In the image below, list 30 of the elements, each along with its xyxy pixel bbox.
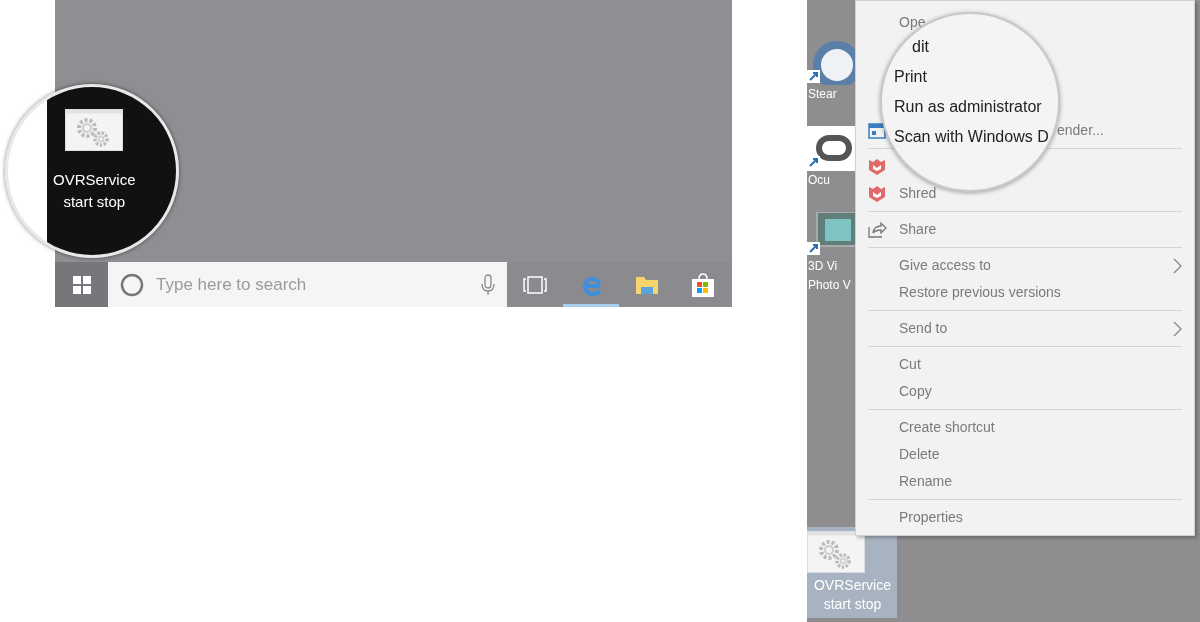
- shield-icon: [868, 157, 886, 176]
- menu-item[interactable]: Give access to: [898, 255, 991, 276]
- menu-item[interactable]: Rename: [898, 471, 952, 492]
- menu-item-text: Run as administrator: [894, 97, 1043, 117]
- menu-item[interactable]: Delete: [898, 444, 940, 465]
- search-field[interactable]: Type here to search: [154, 270, 471, 299]
- shield-icon: [868, 184, 886, 203]
- gears-window-icon: [65, 109, 124, 151]
- menu-item-text: Print: [894, 67, 928, 87]
- search-box[interactable]: Type here to search: [108, 262, 507, 307]
- menu-item[interactable]: Restore previous versions: [898, 282, 1061, 303]
- desktop-icon-label[interactable]: OVRService start stop: [53, 169, 136, 213]
- share-icon: [868, 221, 887, 238]
- menu-item[interactable]: Share: [898, 219, 937, 240]
- menu-item[interactable]: Cut: [898, 354, 921, 375]
- menu-item[interactable]: Properties: [898, 507, 963, 528]
- menu-item[interactable]: Send to: [898, 318, 948, 339]
- microphone-icon: [481, 273, 495, 296]
- menu-item[interactable]: Create shortcut: [898, 417, 995, 438]
- menu-item-text: dit: [911, 37, 930, 57]
- task-view-icon: [523, 274, 547, 295]
- desktop-icon[interactable]: OVRService start stop: [807, 527, 897, 618]
- store-bag-icon: [691, 272, 715, 297]
- menu-item[interactable]: Copy: [898, 381, 932, 402]
- shield-window-icon: [868, 122, 886, 139]
- menu-item-text: Scan with Windows D: [894, 127, 1050, 147]
- circle-icon: [120, 272, 144, 297]
- menu-item[interactable]: ender...: [1056, 120, 1104, 141]
- windows-logo-icon: [72, 275, 91, 294]
- start-button[interactable]: [55, 262, 108, 307]
